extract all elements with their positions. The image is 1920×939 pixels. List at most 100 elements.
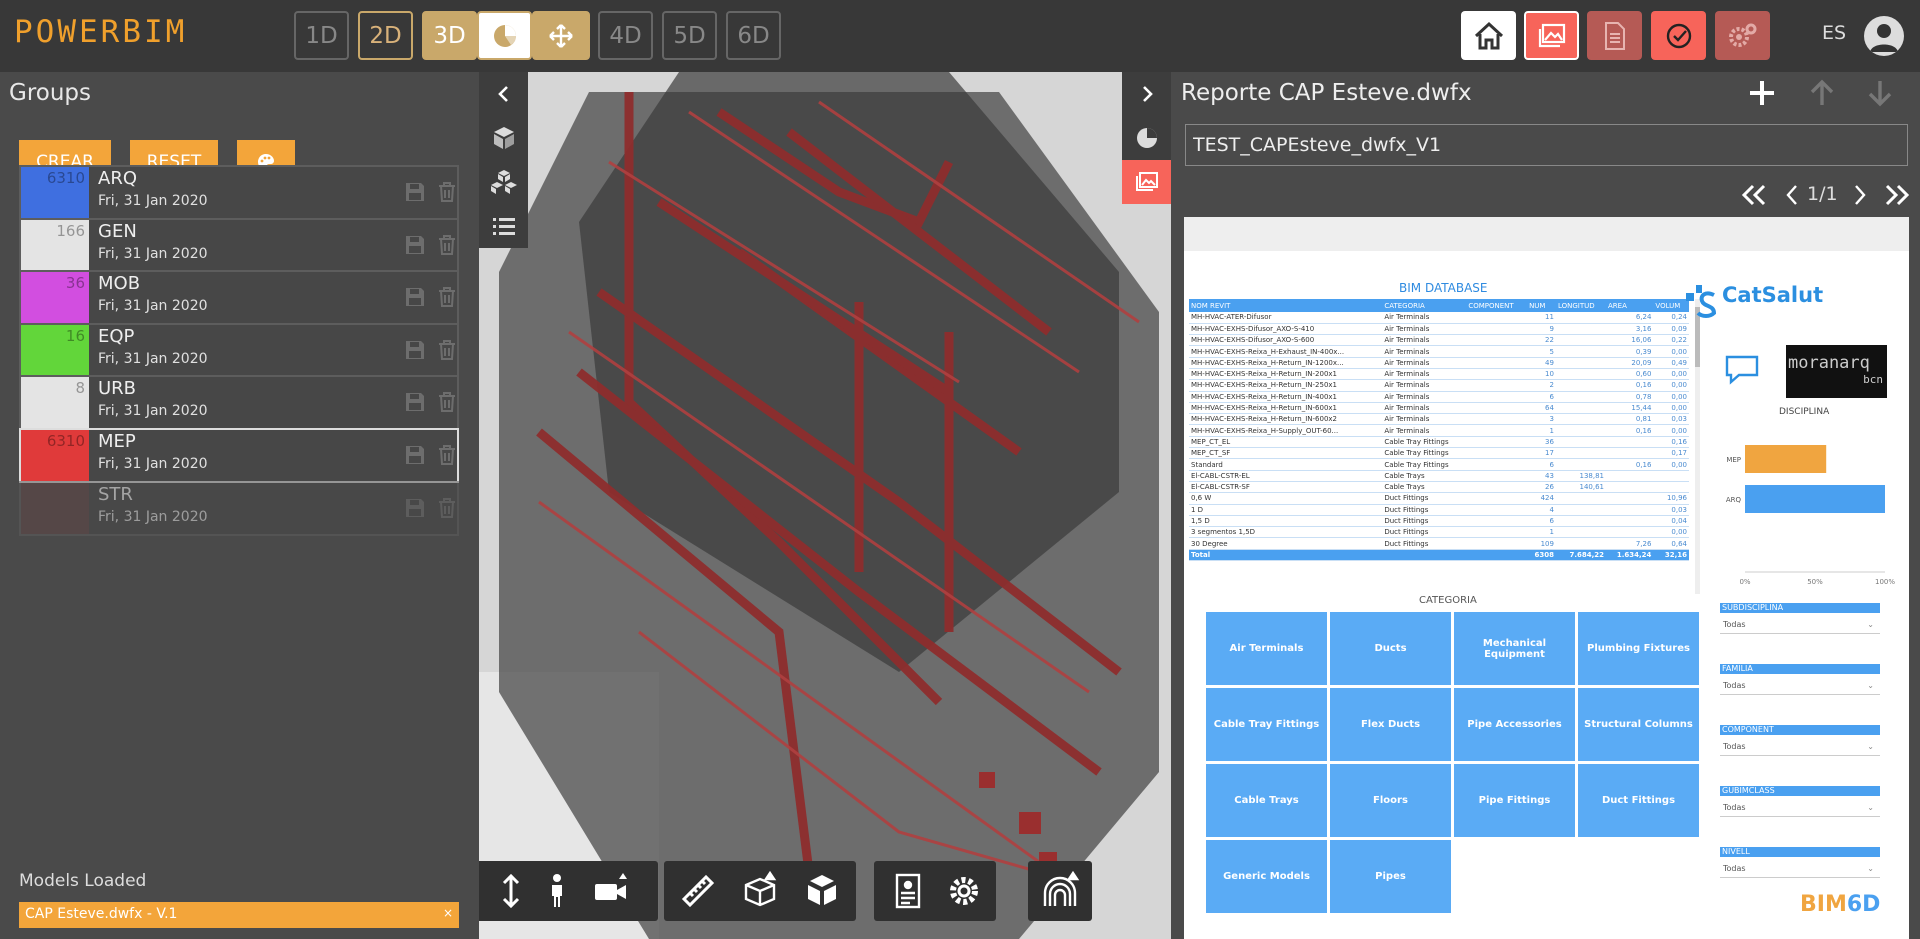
- group-color-swatch[interactable]: 36: [21, 272, 89, 324]
- category-tile[interactable]: Cable Trays: [1206, 764, 1327, 837]
- group-item[interactable]: 16 EQP Fri, 31 Jan 2020: [19, 322, 459, 378]
- filter-dropdown[interactable]: Todas ⌄: [1720, 738, 1880, 756]
- category-tile[interactable]: Duct Fittings: [1578, 764, 1699, 837]
- delete-group-icon[interactable]: [435, 338, 459, 362]
- tasks-button[interactable]: [1651, 11, 1706, 60]
- delete-group-icon[interactable]: [435, 233, 459, 257]
- filter-dropdown[interactable]: Todas ⌄: [1720, 860, 1880, 878]
- last-page-icon[interactable]: [1884, 184, 1910, 206]
- section-box-icon[interactable]: [740, 871, 780, 911]
- list-view-button[interactable]: [479, 204, 528, 248]
- delete-group-icon[interactable]: [435, 180, 459, 204]
- group-color-swatch[interactable]: 6310: [21, 167, 89, 218]
- home-button[interactable]: [1461, 11, 1516, 60]
- filter-dropdown[interactable]: Todas ⌄: [1720, 677, 1880, 695]
- settings-button[interactable]: [1715, 11, 1770, 60]
- box-view-button[interactable]: [479, 116, 528, 160]
- group-color-swatch[interactable]: [21, 482, 89, 534]
- first-page-icon[interactable]: [1741, 184, 1767, 206]
- next-page-icon[interactable]: [1852, 184, 1868, 206]
- delete-group-icon[interactable]: [435, 496, 459, 520]
- mode-3d-button[interactable]: 3D: [422, 11, 477, 60]
- arrow-down-icon[interactable]: [1865, 78, 1895, 108]
- remove-model-icon[interactable]: ×: [443, 906, 453, 920]
- group-item[interactable]: 36 MOB Fri, 31 Jan 2020: [19, 270, 459, 326]
- move-mode-button[interactable]: [532, 11, 590, 60]
- explode-cube-icon[interactable]: [802, 871, 842, 911]
- filter-dropdown[interactable]: Todas ⌄: [1720, 799, 1880, 817]
- save-group-icon[interactable]: [403, 233, 427, 257]
- arrow-up-icon[interactable]: [1807, 78, 1837, 108]
- group-color-swatch[interactable]: 166: [21, 219, 89, 271]
- add-icon[interactable]: [1747, 78, 1777, 108]
- table-scrollbar[interactable]: [1695, 299, 1700, 594]
- viewer-settings-gear-icon[interactable]: [944, 871, 984, 911]
- table-header-cell[interactable]: LONGITUD: [1555, 299, 1606, 312]
- language-selector[interactable]: ES: [1822, 22, 1846, 44]
- delete-group-icon[interactable]: [435, 285, 459, 309]
- vertical-move-icon[interactable]: [491, 871, 531, 911]
- gallery-button[interactable]: [1524, 11, 1579, 60]
- category-tile[interactable]: Pipe Fittings: [1454, 764, 1575, 837]
- delete-group-icon[interactable]: [435, 443, 459, 467]
- table-header-cell[interactable]: COMPONENT: [1466, 299, 1528, 312]
- arch-view-icon[interactable]: [1040, 871, 1080, 911]
- chart-mode-button[interactable]: [477, 11, 532, 60]
- group-item[interactable]: 6310 MEP Fri, 31 Jan 2020: [19, 428, 459, 483]
- collapse-left-button[interactable]: [479, 72, 528, 116]
- category-tile[interactable]: Generic Models: [1206, 840, 1327, 913]
- mode-4d-button[interactable]: 4D: [598, 11, 653, 60]
- mode-2d-button[interactable]: 2D: [358, 11, 413, 60]
- collapse-right-button[interactable]: [1122, 72, 1171, 116]
- category-tile[interactable]: Flex Ducts: [1330, 688, 1451, 761]
- table-header-cell[interactable]: NUM: [1527, 299, 1556, 312]
- group-color-swatch[interactable]: 6310: [21, 430, 89, 481]
- category-tile[interactable]: Pipes: [1330, 840, 1451, 913]
- category-tile[interactable]: Plumbing Fixtures: [1578, 612, 1699, 685]
- camera-icon[interactable]: [591, 871, 631, 911]
- save-group-icon[interactable]: [403, 285, 427, 309]
- category-tile[interactable]: Air Terminals: [1206, 612, 1327, 685]
- category-tile[interactable]: Structural Columns: [1578, 688, 1699, 761]
- save-group-icon[interactable]: [403, 338, 427, 362]
- document-button[interactable]: [1587, 11, 1642, 60]
- group-item[interactable]: STR Fri, 31 Jan 2020: [19, 480, 459, 536]
- 3d-viewer[interactable]: [479, 72, 1171, 939]
- report-name-input[interactable]: [1185, 124, 1908, 166]
- delete-group-icon[interactable]: [435, 390, 459, 414]
- mode-1d-button[interactable]: 1D: [294, 11, 349, 60]
- table-header-cell[interactable]: NOM REVIT: [1189, 299, 1383, 312]
- report-preview[interactable]: BIM DATABASE NOM REVIT CATEGORIA COMPONENT…: [1184, 217, 1909, 939]
- category-tile[interactable]: Mechanical Equipment: [1454, 612, 1575, 685]
- user-avatar[interactable]: [1864, 16, 1904, 56]
- table-header-cell[interactable]: AREA: [1606, 299, 1654, 312]
- category-tile[interactable]: Floors: [1330, 764, 1451, 837]
- mode-6d-button[interactable]: 6D: [726, 11, 781, 60]
- ruler-icon[interactable]: [678, 871, 718, 911]
- mode-5d-button[interactable]: 5D: [662, 11, 717, 60]
- save-group-icon[interactable]: [403, 390, 427, 414]
- multi-box-view-button[interactable]: [479, 160, 528, 204]
- prev-page-icon[interactable]: [1784, 184, 1800, 206]
- group-item[interactable]: 8 URB Fri, 31 Jan 2020: [19, 375, 459, 431]
- loaded-model-chip[interactable]: CAP Esteve.dwfx - V.1 ×: [19, 902, 459, 928]
- filter-dropdown[interactable]: Todas ⌄: [1720, 616, 1880, 634]
- save-group-icon[interactable]: [403, 180, 427, 204]
- group-color-swatch[interactable]: 16: [21, 324, 89, 376]
- save-group-icon[interactable]: [403, 443, 427, 467]
- comment-icon[interactable]: [1725, 355, 1759, 385]
- group-item[interactable]: 6310 ARQ Fri, 31 Jan 2020: [19, 165, 459, 220]
- walk-person-icon[interactable]: [537, 871, 577, 911]
- group-color-swatch[interactable]: 8: [21, 377, 89, 429]
- category-tile[interactable]: Cable Tray Fittings: [1206, 688, 1327, 761]
- save-group-icon[interactable]: [403, 496, 427, 520]
- group-item[interactable]: 166 GEN Fri, 31 Jan 2020: [19, 217, 459, 273]
- disciplina-bar[interactable]: [1745, 485, 1885, 513]
- disciplina-bar[interactable]: [1745, 445, 1827, 473]
- table-header-cell[interactable]: CATEGORIA: [1382, 299, 1467, 312]
- category-tile[interactable]: Pipe Accessories: [1454, 688, 1575, 761]
- category-tile[interactable]: Ducts: [1330, 612, 1451, 685]
- chart-panel-button[interactable]: [1122, 116, 1171, 160]
- report-panel-button[interactable]: [1122, 160, 1171, 204]
- properties-panel-icon[interactable]: [888, 871, 928, 911]
